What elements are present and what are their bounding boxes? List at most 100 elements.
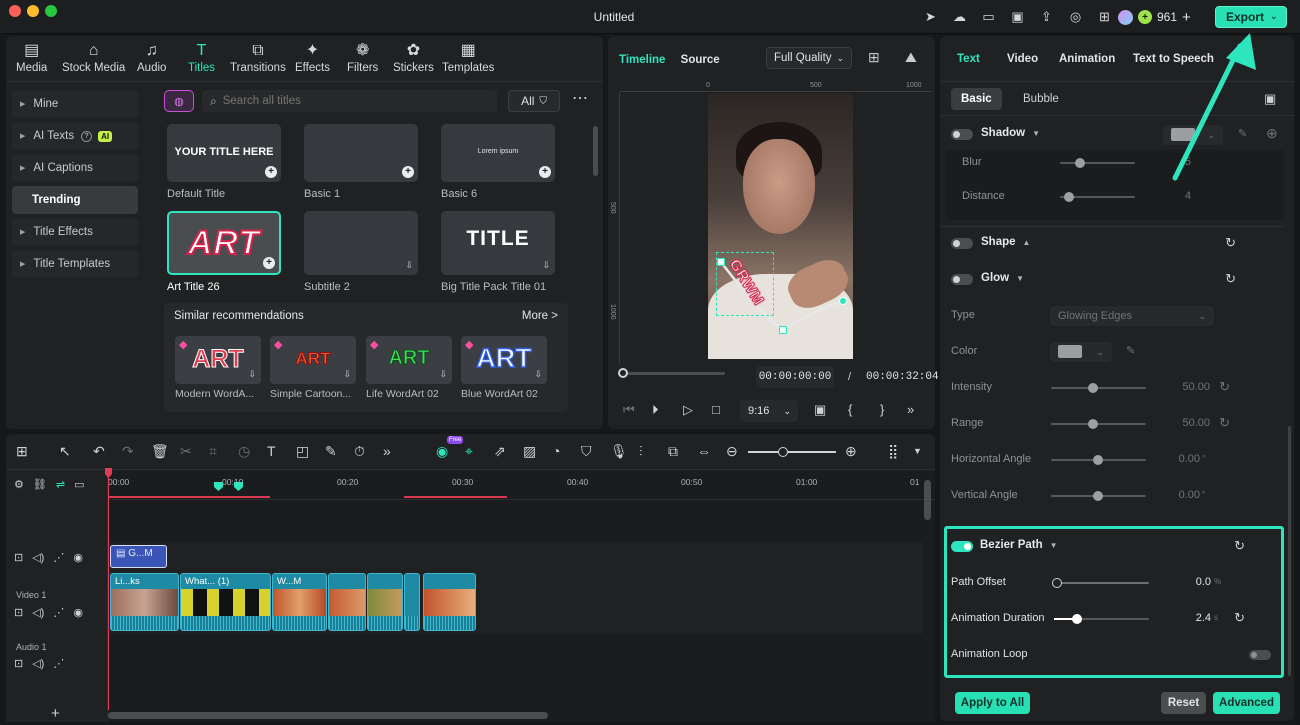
slider-knob[interactable] <box>1088 419 1098 429</box>
slider-knob[interactable] <box>1052 578 1062 588</box>
timeline-h-scrollbar[interactable] <box>108 712 548 719</box>
quality-dropdown[interactable]: Full Quality ⌄ <box>766 47 852 69</box>
subtab-basic[interactable]: Basic <box>951 88 1002 110</box>
range-slider[interactable] <box>1051 419 1146 429</box>
play-icon[interactable]: ▷ <box>683 402 693 418</box>
undo-icon[interactable]: ↶ <box>93 443 105 460</box>
advanced-button[interactable]: Advanced <box>1213 692 1280 714</box>
cloud-sync-icon[interactable]: ☁ <box>945 8 974 26</box>
save-icon[interactable]: ▣ <box>1003 8 1032 26</box>
download-icon[interactable]: ⇩ <box>405 260 413 271</box>
title-card-subtitle-2[interactable]: ⇩ Subtitle 2 <box>304 211 418 293</box>
video-clip[interactable]: Li...ks <box>110 573 179 631</box>
export-button[interactable]: Export ⌄ <box>1215 6 1287 28</box>
shape-tool-icon[interactable]: ◰ <box>296 443 309 460</box>
timeline-ruler[interactable]: 00:00 00:10 00:20 00:30 00:40 00:50 01:0… <box>108 470 935 500</box>
expand-icon[interactable]: » <box>907 402 914 417</box>
tab-animation[interactable]: Animation <box>1059 53 1115 65</box>
tab-media[interactable]: ▤ Media <box>16 40 47 80</box>
step-forward-icon[interactable]: ⏵ <box>652 402 659 418</box>
help-icon[interactable]: ? <box>81 130 93 142</box>
magic-icon[interactable]: ⋰ <box>53 657 64 670</box>
headset-icon[interactable]: ◎ <box>1061 8 1090 26</box>
image-icon[interactable]: ▨ <box>523 443 536 460</box>
aspect-ratio-dropdown[interactable]: 9:16 ⌄ <box>740 400 798 422</box>
tab-filters[interactable]: ❁ Filters <box>347 40 378 80</box>
reset-icon[interactable]: ↻ <box>1219 415 1230 431</box>
playhead[interactable] <box>108 470 109 710</box>
unlink-icon[interactable]: ⛓ <box>33 478 47 491</box>
scrubber-knob[interactable] <box>618 368 628 378</box>
shape-toggle[interactable] <box>951 238 973 249</box>
video-clip[interactable] <box>404 573 420 631</box>
speaker-icon[interactable]: ◁) <box>32 606 44 619</box>
download-icon[interactable]: ⇩ <box>248 369 256 380</box>
download-icon[interactable]: ⇩ <box>439 369 447 380</box>
timeline-marker[interactable] <box>234 482 243 491</box>
intensity-slider[interactable] <box>1051 383 1146 393</box>
sidebar-item-title-effects[interactable]: ▶ Title Effects <box>12 218 138 246</box>
add-icon[interactable]: + <box>539 166 551 178</box>
lock-icon[interactable]: ⊡ <box>14 657 23 670</box>
more-tools-icon[interactable]: » <box>383 443 391 459</box>
slider-knob[interactable] <box>1072 614 1082 624</box>
title-card-big-title-pack[interactable]: TITLE ⇩ Big Title Pack Title 01 <box>441 211 555 293</box>
video-clip[interactable]: W...M <box>272 573 327 631</box>
chevron-down-icon[interactable]: ▼ <box>913 446 922 456</box>
reset-icon[interactable]: ↻ <box>1234 538 1245 554</box>
bezier-path-toggle[interactable] <box>951 541 973 552</box>
fit-icon[interactable]: ⇔ <box>697 443 711 459</box>
apply-to-all-button[interactable]: Apply to All <box>955 692 1030 714</box>
track-settings-icon[interactable]: ⣿ <box>888 443 898 460</box>
caret-down-icon[interactable]: ▼ <box>1050 541 1058 550</box>
redo-icon[interactable]: ↷ <box>122 443 134 460</box>
glow-toggle[interactable] <box>951 274 973 285</box>
shadow-toggle[interactable] <box>951 129 973 140</box>
preview-canvas[interactable] <box>708 94 853 359</box>
rec-card-modern-wordart[interactable]: ◆ ART ⇩ Modern WordA... <box>175 336 261 400</box>
media-scrollbar[interactable] <box>593 126 598 176</box>
path-start-handle[interactable] <box>717 258 725 266</box>
path-offset-slider[interactable] <box>1052 578 1149 588</box>
sidebar-item-ai-captions[interactable]: ▶ AI Captions <box>12 154 138 182</box>
sidebar-item-trending[interactable]: Trending <box>12 186 138 214</box>
title-card-default[interactable]: YOUR TITLE HERE + Default Title <box>167 124 281 200</box>
sidebar-item-title-templates[interactable]: ▶ Title Templates <box>12 250 138 278</box>
more-options-icon[interactable]: ⋯ <box>569 90 591 112</box>
microphone-icon[interactable]: 🎙 <box>610 443 628 460</box>
slider-knob[interactable] <box>1064 192 1074 202</box>
search-box[interactable]: ⌕ <box>202 90 497 112</box>
caret-down-icon[interactable]: ▼ <box>1032 129 1040 138</box>
slider-knob[interactable] <box>1088 383 1098 393</box>
tab-timeline[interactable]: Timeline <box>619 54 665 66</box>
text-tool-icon[interactable]: T <box>267 443 276 459</box>
animation-loop-toggle[interactable] <box>1249 650 1271 660</box>
add-icon[interactable]: + <box>402 166 414 178</box>
subtab-bubble[interactable]: Bubble <box>1013 88 1069 110</box>
snapshot-icon[interactable]: ⛰ <box>905 49 917 66</box>
tab-video[interactable]: Video <box>1007 53 1038 65</box>
ai-mate-icon[interactable]: ◉ <box>436 443 448 460</box>
delete-icon[interactable]: 🗑 <box>151 443 169 460</box>
caret-up-icon[interactable]: ▲ <box>1023 238 1031 247</box>
reset-button[interactable]: Reset <box>1161 692 1206 714</box>
audio-mixer-icon[interactable]: ⫶ <box>639 443 643 460</box>
render-preview-icon[interactable]: ▣ <box>814 402 826 418</box>
add-icon[interactable]: + <box>265 166 277 178</box>
download-icon[interactable]: ⇩ <box>534 369 542 380</box>
shield-icon[interactable]: ⛉ <box>581 443 592 460</box>
tab-templates[interactable]: ▦ Templates <box>442 40 494 80</box>
filter-all-button[interactable]: All ⛉ <box>508 90 560 112</box>
eye-icon[interactable]: ◉ <box>73 606 83 619</box>
cut-icon[interactable]: ✂ <box>180 443 192 460</box>
tab-titles[interactable]: T Titles <box>188 40 215 80</box>
reset-icon[interactable]: ↻ <box>1225 271 1236 287</box>
tab-text[interactable]: Text <box>957 53 980 65</box>
mark-in-icon[interactable]: { <box>848 402 852 417</box>
playback-scrubber[interactable] <box>618 368 725 378</box>
video-clip[interactable] <box>367 573 403 631</box>
sidebar-item-ai-texts[interactable]: ▶ AI Texts? AI <box>12 122 138 150</box>
zoom-out-icon[interactable]: ⊖ <box>726 443 738 460</box>
rec-card-simple-cartoon[interactable]: ◆ ART ⇩ Simple Cartoon... <box>270 336 356 400</box>
blur-slider[interactable] <box>1060 158 1135 168</box>
